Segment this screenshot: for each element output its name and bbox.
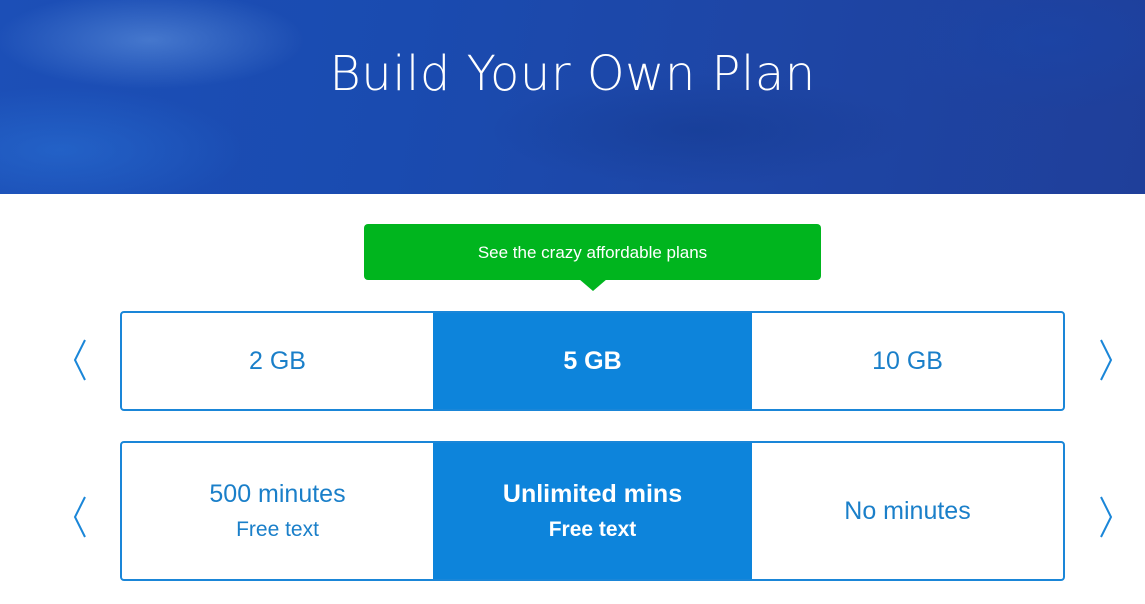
see-plans-button[interactable]: See the crazy affordable plans xyxy=(364,224,821,280)
chevron-left-icon xyxy=(73,339,86,381)
chevron-right-icon xyxy=(1100,496,1113,538)
minutes-option-none[interactable]: No minutes xyxy=(752,443,1063,579)
minutes-option-label: No minutes xyxy=(844,497,971,525)
minutes-prev-button[interactable] xyxy=(66,493,96,541)
cta-pointer-arrow xyxy=(579,279,607,291)
chevron-left-icon xyxy=(73,496,86,538)
data-option-label: 10 GB xyxy=(872,346,943,375)
minutes-next-button[interactable] xyxy=(1090,493,1120,541)
data-next-button[interactable] xyxy=(1090,336,1120,384)
minutes-option-sublabel: Free text xyxy=(548,518,637,541)
minutes-option-unlimited[interactable]: Unlimited mins Free text xyxy=(433,443,752,579)
minutes-selector: 500 minutes Free text Unlimited mins Fre… xyxy=(120,441,1065,581)
data-prev-button[interactable] xyxy=(66,336,96,384)
minutes-option-sublabel: Free text xyxy=(236,518,319,541)
minutes-option-500[interactable]: 500 minutes Free text xyxy=(122,443,433,579)
data-selector: 2 GB 5 GB 10 GB xyxy=(120,311,1065,411)
minutes-option-label: Unlimited mins xyxy=(502,480,683,508)
data-option-2gb[interactable]: 2 GB xyxy=(122,313,433,409)
minutes-option-label: 500 minutes xyxy=(209,480,346,508)
data-option-label: 2 GB xyxy=(249,346,306,375)
data-option-10gb[interactable]: 10 GB xyxy=(752,313,1063,409)
page-title: Build Your Own Plan xyxy=(329,46,816,102)
hero-banner: Build Your Own Plan xyxy=(0,0,1145,194)
data-option-label: 5 GB xyxy=(563,346,622,375)
chevron-right-icon xyxy=(1100,339,1113,381)
data-option-5gb[interactable]: 5 GB xyxy=(433,313,752,409)
